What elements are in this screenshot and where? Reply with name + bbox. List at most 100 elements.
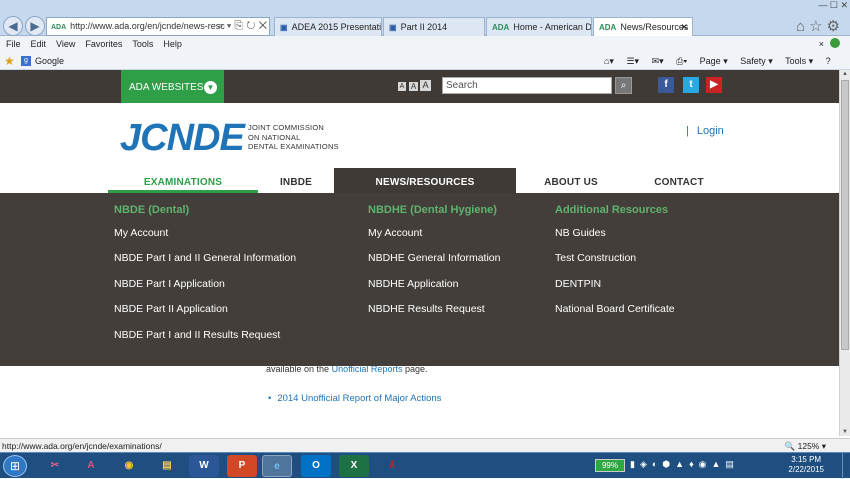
zoom-level[interactable]: 🔍 125% ▾ [785,439,826,453]
bullet: • [268,393,272,404]
status-bar: http://www.ada.org/en/jcnde/examinations… [0,438,850,452]
address-tools[interactable]: ⌕ ▾ ⎘ ↻ ✕ [218,18,267,35]
mega-menu: NBDE (Dental) My Account NBDE Part I and… [0,193,839,366]
browser-toolbar-icons[interactable]: ⌂☆⚙ [796,17,844,35]
site-icon: ADA [51,24,67,31]
home-icon[interactable]: ⌂▾ [604,56,614,66]
menu-favorites[interactable]: Favorites [85,39,122,49]
back-button[interactable]: ◀ [3,16,23,36]
feeds-icon[interactable]: ☰▾ [626,56,639,66]
favorites-bar: ★ g Google ⌂▾ ☰▾ ✉▾ ⎙▾ Page ▾ Safety ▾ T… [0,52,850,70]
battery-indicator[interactable]: 99% [595,459,625,472]
mail-icon[interactable]: ✉▾ [652,56,664,66]
close-icon[interactable]: × [819,36,824,52]
report-list-item[interactable]: • 2014 Unofficial Report of Major Actions [268,393,441,404]
window-controls[interactable]: — ☐ ✕ [818,0,848,11]
menu-bar: File Edit View Favorites Tools Help × [0,36,850,52]
safety-menu[interactable]: Safety ▾ [740,56,773,66]
site-header: JCNDE JOINT COMMISSION ON NATIONAL DENTA… [0,103,839,193]
outlook-icon[interactable]: O [301,455,331,477]
menu-item[interactable]: My Account [368,227,422,239]
site-top-bar: ADA WEBSITES ▼ A A A Search ⌕ f t ▶ [0,70,839,103]
tab-news-resources[interactable]: ADA News/Resources ✕ [593,17,693,36]
nav-news-resources[interactable]: NEWS/RESOURCES [334,168,516,193]
system-tray-icons[interactable]: ▮◈◐⬢▲♦◉▲▤ [630,459,739,470]
report-link[interactable]: 2014 Unofficial Report of Major Actions [277,393,441,404]
acrobat-icon[interactable]: A [76,455,106,477]
excel-icon[interactable]: X [339,455,369,477]
menu-heading: Additional Resources [555,204,669,216]
menu-item[interactable]: NB Guides [555,227,606,239]
search-icon[interactable]: ⌕ [615,77,632,94]
explorer-icon[interactable]: ▤ [152,455,182,477]
powerpoint-icon[interactable]: P [227,455,257,477]
chevron-down-icon: ▼ [204,81,217,94]
page-menu[interactable]: Page ▾ [700,56,728,66]
scroll-down-icon[interactable]: ▼ [842,429,848,435]
vertical-scrollbar[interactable]: ▲ ▼ [839,70,850,436]
acrobat-reader-icon[interactable]: ʎ [377,455,407,477]
address-url: http://www.ada.org/en/jcnde/news-resc [70,21,225,31]
google-icon: g [21,56,31,66]
tools-menu[interactable]: Tools ▾ [785,56,813,66]
menu-file[interactable]: File [6,39,21,49]
menu-item[interactable]: NBDE Part II Application [114,303,228,315]
ada-websites-button[interactable]: ADA WEBSITES ▼ [121,70,224,103]
menu-heading: NBDHE (Dental Hygiene) [368,204,497,216]
facebook-icon[interactable]: f [658,77,674,93]
login-link[interactable]: | Login [686,125,724,137]
menu-item[interactable]: NBDE Part I and II Results Request [114,329,280,341]
menu-heading: NBDE (Dental) [114,204,190,216]
jcnde-logo[interactable]: JCNDE [120,117,245,160]
address-bar[interactable]: ADA http://www.ada.org/en/jcnde/news-resc… [46,17,270,36]
show-desktop-button[interactable] [842,453,850,479]
internet-explorer-icon[interactable]: e [262,455,292,477]
snipping-tool-icon[interactable]: ✂ [40,455,70,477]
scroll-up-icon[interactable]: ▲ [842,71,848,77]
menu-tools[interactable]: Tools [132,39,153,49]
menu-item[interactable]: DENTPIN [555,278,601,290]
font-size-large[interactable]: A [420,80,431,91]
menu-view[interactable]: View [56,39,75,49]
font-size-small[interactable]: A [398,82,406,91]
menu-item[interactable]: NBDE Part I Application [114,278,225,290]
menu-item[interactable]: NBDHE Results Request [368,303,485,315]
command-bar: ⌂▾ ☰▾ ✉▾ ⎙▾ Page ▾ Safety ▾ Tools ▾ ? [604,52,841,70]
menu-item[interactable]: NBDE Part I and II General Information [114,252,296,264]
start-button[interactable]: ⊞ [3,455,27,477]
logo-subtitle: JOINT COMMISSION ON NATIONAL DENTAL EXAM… [248,123,339,151]
help-icon[interactable]: ? [826,56,831,66]
tab-part-ii[interactable]: ▣ Part II 2014 [383,17,485,36]
clock[interactable]: 3:15 PM 2/22/2015 [788,455,824,475]
font-size-medium[interactable]: A [409,82,418,91]
status-icon [830,38,840,48]
menu-item[interactable]: My Account [114,227,168,239]
youtube-icon[interactable]: ▶ [706,77,722,93]
favorites-star-icon[interactable]: ★ [4,52,15,70]
nav-about-us[interactable]: ABOUT US [516,171,626,193]
taskbar: ⊞ ✂ A ◉ ▤ W P e O X ʎ 99% ▮◈◐⬢▲♦◉▲▤ 3:15… [0,452,850,479]
nav-examinations[interactable]: EXAMINATIONS [108,171,258,193]
menu-item[interactable]: Test Construction [555,252,636,264]
search-input[interactable]: Search [442,77,612,94]
close-tab-icon[interactable]: ✕ [680,18,688,36]
status-url: http://www.ada.org/en/jcnde/examinations… [2,441,162,451]
ada-icon: ADA [599,23,617,32]
favorite-google[interactable]: Google [35,52,64,70]
tab-adea[interactable]: ▣ADEA 2015 Presentatio... [274,17,382,36]
menu-edit[interactable]: Edit [31,39,47,49]
twitter-icon[interactable]: t [683,77,699,93]
menu-item[interactable]: NBDHE Application [368,278,458,290]
menu-item[interactable]: National Board Certificate [555,303,675,315]
print-icon[interactable]: ⎙▾ [676,56,687,66]
menu-item[interactable]: NBDHE General Information [368,252,500,264]
forward-button[interactable]: ▶ [25,16,45,36]
menu-help[interactable]: Help [163,39,182,49]
browser-tab-bar: ◀ ▶ ADA http://www.ada.org/en/jcnde/news-… [0,0,850,36]
nav-contact[interactable]: CONTACT [626,171,732,193]
nav-inbde[interactable]: INBDE [258,171,334,193]
tab-ada-home[interactable]: ADAHome - American Den... [486,17,592,36]
scroll-thumb[interactable] [841,80,849,350]
word-icon[interactable]: W [189,455,219,477]
chrome-icon[interactable]: ◉ [114,455,144,477]
